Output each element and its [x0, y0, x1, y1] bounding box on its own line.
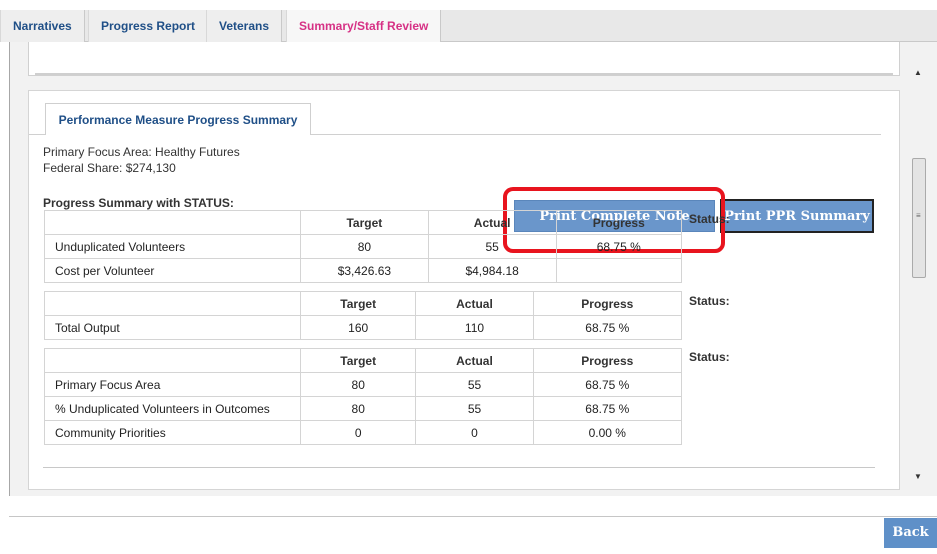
row-progress: 68.75 % [532, 372, 683, 397]
table-header-row: Target Actual Progress [44, 291, 683, 316]
back-button[interactable]: Back [884, 518, 937, 548]
row-actual: 110 [415, 315, 534, 340]
table-header-row: Target Actual Progress [44, 348, 683, 373]
table-row: Cost per Volunteer $3,426.63 $4,984.18 [44, 258, 683, 283]
row-target: 0 [299, 420, 417, 445]
scrollbar-thumb[interactable]: ≡ [912, 158, 926, 278]
measure-table-1: Target Actual Progress Unduplicated Volu… [44, 210, 683, 283]
divider [35, 73, 893, 75]
tab-narratives[interactable]: Narratives [0, 10, 85, 42]
row-progress: 68.75 % [555, 234, 683, 259]
row-actual: 55 [427, 234, 557, 259]
header-blank [44, 210, 301, 235]
status-label: Status: [689, 212, 730, 226]
status-label: Status: [689, 294, 730, 308]
vertical-scrollbar[interactable]: ▲ ≡ ▼ [911, 62, 926, 496]
header-target: Target [300, 210, 429, 235]
header-blank [44, 348, 301, 373]
divider [29, 134, 45, 135]
federal-share: Federal Share: $274,130 [43, 161, 176, 175]
header-progress: Progress [532, 291, 683, 316]
divider [311, 134, 881, 135]
grip-icon: ≡ [916, 211, 921, 220]
performance-summary-panel: Performance Measure Progress Summary Pri… [28, 90, 900, 490]
row-label: Total Output [44, 315, 301, 340]
content-frame: Performance Measure Progress Summary Pri… [9, 42, 937, 496]
row-target: $3,426.63 [300, 258, 429, 283]
row-actual: 55 [415, 396, 534, 421]
header-actual: Actual [415, 291, 534, 316]
header-actual: Actual [427, 210, 557, 235]
scroll-area[interactable]: Performance Measure Progress Summary Pri… [10, 42, 910, 496]
header-actual: Actual [415, 348, 534, 373]
scroll-down-arrow-icon[interactable]: ▼ [911, 470, 925, 484]
table-row: Total Output 160 110 68.75 % [44, 315, 683, 340]
table-row: % Unduplicated Volunteers in Outcomes 80… [44, 396, 683, 421]
tab-progress-report[interactable]: Progress Report [88, 10, 209, 42]
tab-veterans[interactable]: Veterans [206, 10, 283, 42]
table-row: Unduplicated Volunteers 80 55 68.75 % [44, 234, 683, 259]
divider [43, 467, 875, 468]
scroll-up-arrow-icon[interactable]: ▲ [911, 66, 925, 80]
table-row: Community Priorities 0 0 0.00 % [44, 420, 683, 445]
row-progress [555, 258, 683, 283]
row-label: Primary Focus Area [44, 372, 301, 397]
header-target: Target [299, 291, 417, 316]
header-target: Target [299, 348, 417, 373]
row-target: 80 [300, 234, 429, 259]
tab-bar: Narratives Progress Report Veterans Summ… [0, 10, 937, 43]
row-label: Unduplicated Volunteers [44, 234, 301, 259]
panel-title-tab: Performance Measure Progress Summary [45, 103, 311, 135]
row-label: Cost per Volunteer [44, 258, 301, 283]
table-header-row: Target Actual Progress [44, 210, 683, 235]
header-blank [44, 291, 301, 316]
header-progress: Progress [532, 348, 683, 373]
status-label: Status: [689, 350, 730, 364]
row-progress: 0.00 % [532, 420, 683, 445]
row-actual: 0 [415, 420, 534, 445]
row-target: 80 [299, 372, 417, 397]
summary-heading: Progress Summary with STATUS: [43, 196, 234, 210]
row-label: % Unduplicated Volunteers in Outcomes [44, 396, 301, 421]
footer-divider [9, 516, 937, 517]
primary-focus-area: Primary Focus Area: Healthy Futures [43, 145, 240, 159]
row-label: Community Priorities [44, 420, 301, 445]
row-target: 160 [299, 315, 417, 340]
row-progress: 68.75 % [532, 396, 683, 421]
measure-table-3: Target Actual Progress Primary Focus Are… [44, 348, 683, 445]
print-ppr-summary-button[interactable]: Print PPR Summary [720, 199, 874, 233]
previous-section [28, 42, 900, 76]
measure-table-2: Target Actual Progress Total Output 160 … [44, 291, 683, 340]
row-target: 80 [299, 396, 417, 421]
row-actual: $4,984.18 [427, 258, 557, 283]
table-row: Primary Focus Area 80 55 68.75 % [44, 372, 683, 397]
header-progress: Progress [555, 210, 683, 235]
row-actual: 55 [415, 372, 534, 397]
row-progress: 68.75 % [532, 315, 683, 340]
tab-summary-staff-review[interactable]: Summary/Staff Review [286, 10, 442, 43]
